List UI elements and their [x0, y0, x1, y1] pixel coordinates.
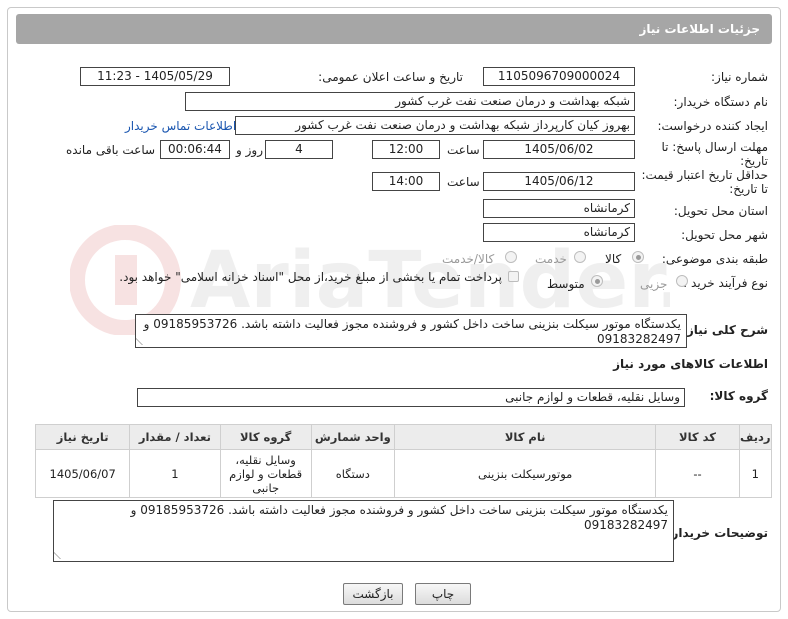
resize-grip-icon[interactable]: [136, 337, 150, 345]
col-date: تاریخ نیاز: [34, 424, 131, 450]
deadline-time-label: ساعت: [447, 143, 480, 157]
resize-grip-icon[interactable]: [54, 551, 68, 559]
validity-time-label: ساعت: [447, 175, 480, 189]
category-label: طبقه بندی موضوعی:: [661, 252, 768, 266]
col-name: نام کالا: [393, 424, 657, 450]
col-unit: واحد شمارش: [310, 424, 395, 450]
goods-group-field: وسایل نقلیه، قطعات و لوازم جانبی: [137, 388, 685, 407]
deadline-time-field: 12:00: [372, 140, 440, 159]
process-option-medium: متوسط: [547, 277, 585, 291]
buyer-notes-text: یکدستگاه موتور سیکلت بنزینی ساخت داخل کش…: [130, 503, 668, 532]
validity-time-field: 14:00: [372, 172, 440, 191]
deadline-label-line2: تاریخ:: [740, 154, 768, 168]
buyer-notes-textarea[interactable]: یکدستگاه موتور سیکلت بنزینی ساخت داخل کش…: [53, 500, 674, 562]
province-label: استان محل تحویل:: [673, 204, 768, 218]
province-field: کرمانشاه: [483, 199, 635, 218]
col-code: کد کالا: [655, 424, 740, 450]
category-option-goods-service: کالا/خدمت: [442, 252, 495, 266]
category-option-goods: کالا: [605, 252, 622, 266]
page-title: جزئیات اطلاعات نیاز: [16, 14, 772, 44]
buyer-org-label: نام دستگاه خریدار:: [673, 95, 769, 109]
print-button[interactable]: چاپ: [415, 583, 471, 605]
need-number-field: 1105096709000024: [483, 67, 635, 86]
city-field: کرمانشاه: [483, 223, 635, 242]
need-number-label: شماره نیاز:: [711, 70, 768, 84]
payment-note: پرداخت تمام یا بخشی از مبلغ خرید،از محل …: [119, 270, 502, 284]
announce-label: تاریخ و ساعت اعلان عمومی:: [318, 70, 463, 84]
goods-section-title: اطلاعات کالاهای مورد نیاز: [613, 357, 768, 371]
creator-label: ایجاد کننده درخواست:: [657, 119, 768, 133]
category-option-service: خدمت: [535, 252, 567, 266]
days-label: روز و: [236, 143, 263, 157]
cell-row: 1: [738, 449, 773, 498]
validity-label-line1: حداقل تاریخ اعتبار قیمت:: [641, 168, 768, 182]
description-textarea[interactable]: یکدستگاه موتور سیکلت بنزینی ساخت داخل کش…: [135, 314, 687, 348]
description-text: یکدستگاه موتور سیکلت بنزینی ساخت داخل کش…: [143, 317, 681, 346]
cell-date: 1405/06/07: [34, 449, 131, 498]
goods-group-label: گروه کالا:: [709, 389, 768, 403]
description-label: شرح کلی نیاز:: [682, 323, 768, 337]
announce-field: 1405/05/29 - 11:23: [80, 67, 230, 86]
buyer-notes-label: توضیحات خریدار:: [666, 526, 768, 540]
goods-table: ردیف کد کالا نام کالا واحد شمارش گروه کا…: [34, 424, 773, 498]
process-radio-medium[interactable]: [591, 275, 603, 287]
validity-label-line2: تا تاریخ:: [729, 182, 768, 196]
process-label: نوع فرآیند خرید :: [683, 276, 768, 290]
process-radio-minor[interactable]: [676, 275, 688, 287]
buyer-org-field: شبکه بهداشت و درمان صنعت نفت غرب کشور: [185, 92, 635, 111]
cell-qty: 1: [129, 449, 221, 498]
cell-unit: دستگاه: [310, 449, 395, 498]
col-group: گروه کالا: [219, 424, 312, 450]
deadline-label-line1: مهلت ارسال پاسخ: تا: [661, 140, 768, 154]
days-field: 4: [265, 140, 333, 159]
category-radio-goods[interactable]: [632, 251, 644, 263]
contact-buyer-link[interactable]: اطلاعات تماس خریدار: [125, 119, 236, 133]
validity-date-field: 1405/06/12: [483, 172, 635, 191]
cell-code: --: [655, 449, 740, 498]
col-qty: تعداد / مقدار: [129, 424, 221, 450]
deadline-date-field: 1405/06/02: [483, 140, 635, 159]
cell-group: وسایل نقلیه، قطعات و لوازم جانبی: [219, 449, 312, 498]
remaining-time-field: 00:06:44: [160, 140, 230, 159]
treasury-checkbox[interactable]: [508, 271, 519, 282]
back-button[interactable]: بازگشت: [343, 583, 403, 605]
category-radio-service[interactable]: [574, 251, 586, 263]
cell-name: موتورسیکلت بنزینی: [393, 449, 657, 498]
creator-field: بهروز کیان کارپرداز شبکه بهداشت و درمان …: [235, 116, 635, 135]
table-header-row: ردیف کد کالا نام کالا واحد شمارش گروه کا…: [34, 424, 773, 450]
remaining-label: ساعت باقی مانده: [66, 143, 156, 157]
category-radio-goods-service[interactable]: [505, 251, 517, 263]
col-row: ردیف: [738, 424, 773, 450]
process-option-minor: جزیی: [640, 277, 668, 291]
city-label: شهر محل تحویل:: [681, 228, 768, 242]
table-row: 1 -- موتورسیکلت بنزینی دستگاه وسایل نقلی…: [34, 449, 773, 498]
